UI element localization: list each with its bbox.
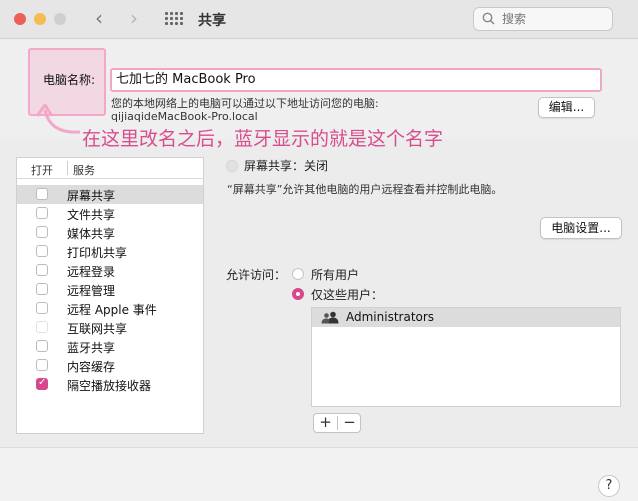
services-list: 打开 服务 屏幕共享 文件共享 媒体共享 打印机共享 远程登录 远程管理 远程 … bbox=[16, 157, 204, 434]
service-label: 媒体共享 bbox=[67, 227, 116, 241]
header-service: 服务 bbox=[73, 164, 95, 177]
service-row-remote-apple-events[interactable]: 远程 Apple 事件 bbox=[17, 299, 203, 318]
service-checkbox[interactable] bbox=[36, 226, 48, 238]
service-row-file-sharing[interactable]: 文件共享 bbox=[17, 204, 203, 223]
service-checkbox[interactable] bbox=[36, 302, 48, 314]
computer-name-field[interactable] bbox=[110, 68, 602, 92]
service-checkbox[interactable] bbox=[36, 264, 48, 276]
service-row-remote-login[interactable]: 远程登录 bbox=[17, 261, 203, 280]
forward-arrow-icon[interactable]: › bbox=[130, 8, 138, 28]
help-button[interactable]: ? bbox=[598, 475, 620, 497]
search-input[interactable] bbox=[502, 10, 606, 28]
service-label: 蓝牙共享 bbox=[67, 341, 116, 355]
service-checkbox[interactable] bbox=[36, 377, 48, 390]
service-label: 远程登录 bbox=[67, 265, 116, 279]
list-item[interactable]: Administrators bbox=[312, 308, 620, 327]
service-checkbox[interactable] bbox=[36, 207, 48, 219]
service-checkbox[interactable] bbox=[36, 245, 48, 257]
show-all-grid-icon[interactable] bbox=[165, 12, 183, 26]
computer-settings-button[interactable]: 电脑设置... bbox=[540, 217, 622, 239]
minimize-window-button[interactable] bbox=[34, 13, 46, 25]
local-address-text: qijiaqideMacBook-Pro.local bbox=[111, 110, 258, 123]
service-label: 互联网共享 bbox=[67, 322, 128, 336]
close-window-button[interactable] bbox=[14, 13, 26, 25]
add-user-button[interactable]: + bbox=[314, 413, 337, 431]
bottom-bar bbox=[0, 447, 638, 501]
service-checkbox[interactable] bbox=[36, 340, 48, 352]
all-users-label[interactable]: 所有用户 bbox=[311, 266, 359, 283]
window-title: 共享 bbox=[198, 13, 226, 29]
radio-only-these-users[interactable] bbox=[292, 288, 304, 300]
service-row-screen-sharing[interactable]: 屏幕共享 bbox=[17, 185, 203, 204]
column-divider bbox=[67, 161, 68, 175]
search-field[interactable] bbox=[473, 7, 613, 31]
edit-button[interactable]: 编辑... bbox=[538, 97, 595, 118]
user-name: Administrators bbox=[346, 310, 435, 324]
radio-all-users[interactable] bbox=[292, 268, 304, 280]
service-row-remote-management[interactable]: 远程管理 bbox=[17, 280, 203, 299]
computer-name-label: 电脑名称: bbox=[43, 73, 96, 87]
service-row-content-caching[interactable]: 内容缓存 bbox=[17, 356, 203, 375]
zoom-window-button[interactable] bbox=[54, 13, 66, 25]
service-label: 远程管理 bbox=[67, 284, 116, 298]
service-row-internet-sharing[interactable]: 互联网共享 bbox=[17, 318, 203, 337]
access-info-text: 您的本地网络上的电脑可以通过以下地址访问您的电脑: bbox=[111, 97, 379, 110]
service-row-airplay-receiver[interactable]: 隔空播放接收器 bbox=[17, 375, 203, 394]
service-status-indicator bbox=[226, 160, 238, 172]
annotation-caption: 在这里改名之后，蓝牙显示的就是这个名字 bbox=[82, 128, 444, 150]
service-checkbox[interactable] bbox=[36, 321, 48, 333]
allowed-users-list: Administrators bbox=[311, 307, 621, 407]
service-label: 屏幕共享 bbox=[67, 189, 116, 203]
service-row-media-sharing[interactable]: 媒体共享 bbox=[17, 223, 203, 242]
service-row-bluetooth-sharing[interactable]: 蓝牙共享 bbox=[17, 337, 203, 356]
service-checkbox[interactable] bbox=[36, 359, 48, 371]
service-label: 文件共享 bbox=[67, 208, 116, 222]
user-group-icon bbox=[321, 311, 339, 324]
annotation-arrow-icon bbox=[36, 104, 81, 134]
services-list-header: 打开 服务 bbox=[17, 158, 203, 179]
service-checkbox[interactable] bbox=[36, 188, 48, 200]
back-arrow-icon[interactable]: ‹ bbox=[95, 8, 103, 28]
service-label: 打印机共享 bbox=[67, 246, 128, 260]
service-label: 内容缓存 bbox=[67, 360, 116, 374]
service-description: “屏幕共享”允许其他电脑的用户远程查看并控制此电脑。 bbox=[227, 183, 503, 196]
allow-access-label: 允许访问： bbox=[226, 268, 287, 282]
service-label: 隔空播放接收器 bbox=[67, 379, 152, 393]
service-checkbox[interactable] bbox=[36, 283, 48, 295]
search-icon bbox=[482, 12, 495, 25]
service-row-printer-sharing[interactable]: 打印机共享 bbox=[17, 242, 203, 261]
header-on: 打开 bbox=[31, 164, 53, 177]
add-remove-control: + − bbox=[313, 413, 361, 433]
service-label: 远程 Apple 事件 bbox=[67, 303, 157, 317]
service-status-text: 屏幕共享：关闭 bbox=[244, 159, 329, 173]
only-these-users-label[interactable]: 仅这些用户： bbox=[311, 286, 383, 303]
remove-user-button[interactable]: − bbox=[338, 413, 361, 431]
